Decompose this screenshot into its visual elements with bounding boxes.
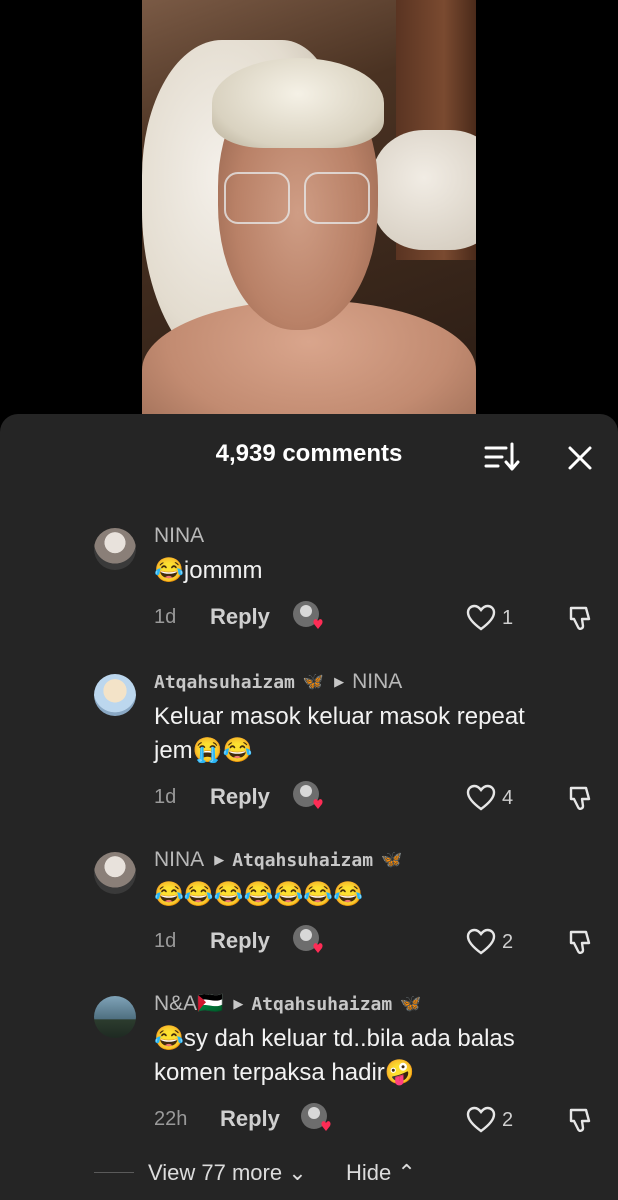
comment-username[interactable]: Atqahsuhaizam <box>154 672 295 693</box>
close-button[interactable] <box>558 436 602 480</box>
comment-text: 😂😂😂😂😂😂😂 <box>154 881 364 908</box>
comments-sheet: 4,939 comments NINA 😂jommm 1d Reply 1 At… <box>0 414 618 1200</box>
comments-header: 4,939 comments <box>0 414 618 494</box>
avatar[interactable] <box>94 852 136 894</box>
avatar[interactable] <box>94 528 136 570</box>
creator-liked-avatar <box>301 1103 331 1131</box>
like-count: 4 <box>502 786 514 809</box>
replies-footer: View 77 more ⌄ Hide ⌃ <box>0 1160 618 1200</box>
thumbs-down-icon[interactable] <box>566 1106 596 1136</box>
thumbs-down-icon[interactable] <box>566 604 596 634</box>
video-frame[interactable] <box>142 0 476 414</box>
comment-username[interactable]: NINA <box>154 524 204 548</box>
comments-count-title: 4,939 comments <box>215 440 403 467</box>
comment-age: 1d <box>154 606 177 628</box>
close-icon <box>568 446 592 470</box>
like-button[interactable]: 4 <box>466 784 513 812</box>
butterfly-emoji: 🦋 <box>302 672 325 691</box>
comment-username[interactable]: NINA <box>154 848 204 872</box>
sort-icon <box>484 442 520 471</box>
like-count: 2 <box>502 1108 514 1131</box>
reply-arrow-icon: ▶ <box>334 674 345 689</box>
comment-item: Atqahsuhaizam 🦋 ▶ NINA Keluar masok kelu… <box>0 670 618 820</box>
butterfly-emoji: 🦋 <box>381 850 403 869</box>
like-button[interactable]: 2 <box>466 928 513 956</box>
avatar[interactable] <box>94 996 136 1038</box>
hide-replies-button[interactable]: Hide ⌃ <box>346 1160 416 1186</box>
creator-liked-avatar <box>293 925 323 953</box>
reply-to-username[interactable]: NINA <box>352 670 402 694</box>
creator-liked-avatar <box>293 781 323 809</box>
reply-button[interactable]: Reply <box>220 1106 280 1132</box>
heart-outline-icon <box>466 928 496 955</box>
thumbs-down-icon[interactable] <box>566 928 596 958</box>
avatar[interactable] <box>94 674 136 716</box>
heart-outline-icon <box>466 784 496 811</box>
reply-arrow-icon: ▶ <box>233 996 244 1011</box>
comment-age: 1d <box>154 930 177 952</box>
like-count: 2 <box>502 930 514 953</box>
comment-username[interactable]: N&A🇵🇸 <box>154 992 223 1016</box>
reply-to-username[interactable]: Atqahsuhaizam <box>251 994 392 1015</box>
reply-button[interactable]: Reply <box>210 604 270 630</box>
reply-arrow-icon: ▶ <box>214 852 225 867</box>
like-count: 1 <box>502 606 514 629</box>
divider <box>94 1172 134 1173</box>
like-button[interactable]: 2 <box>466 1106 513 1134</box>
comment-item: NINA 😂jommm 1d Reply 1 <box>0 524 618 644</box>
comment-text: 😂jommm <box>154 557 263 584</box>
comment-age: 22h <box>154 1108 188 1130</box>
view-more-replies-button[interactable]: View 77 more ⌄ <box>148 1160 307 1186</box>
reply-button[interactable]: Reply <box>210 784 270 810</box>
pillow-right <box>372 130 476 250</box>
hair <box>212 58 384 148</box>
comment-text: 😂sy dah keluar td..bila ada balas komen … <box>154 1025 515 1086</box>
sort-button[interactable] <box>480 438 524 478</box>
comment-item: N&A🇵🇸 ▶ Atqahsuhaizam 🦋 😂sy dah keluar t… <box>0 992 618 1142</box>
reply-button[interactable]: Reply <box>210 928 270 954</box>
like-button[interactable]: 1 <box>466 604 513 632</box>
heart-outline-icon <box>466 1106 496 1133</box>
comment-age: 1d <box>154 786 177 808</box>
creator-liked-avatar <box>293 601 323 629</box>
comment-item: NINA ▶ Atqahsuhaizam 🦋 😂😂😂😂😂😂😂 1d Reply … <box>0 848 618 968</box>
reply-to-username[interactable]: Atqahsuhaizam <box>232 850 373 871</box>
glasses <box>224 172 370 224</box>
heart-outline-icon <box>466 604 496 631</box>
comment-text: Keluar masok keluar masok repeat jem😭😂 <box>154 703 525 764</box>
thumbs-down-icon[interactable] <box>566 784 596 814</box>
butterfly-emoji: 🦋 <box>400 994 422 1013</box>
